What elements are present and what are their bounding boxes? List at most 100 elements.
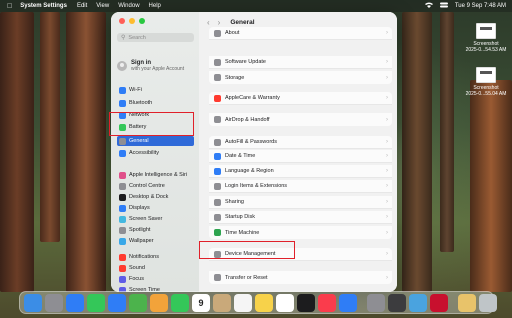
sidebar-item-sound[interactable]: Sound <box>117 263 194 273</box>
spotlight-icon <box>119 226 126 234</box>
menu-window[interactable]: Window <box>118 3 139 9</box>
freeform-icon[interactable] <box>276 293 294 312</box>
finder-icon[interactable] <box>24 293 42 312</box>
info-icon <box>214 29 221 37</box>
desktop-file-screenshot[interactable]: Screenshot 2025-0...54.53 AM <box>464 23 508 53</box>
control-centre-menu-icon[interactable] <box>439 2 448 10</box>
trash-icon[interactable] <box>479 293 497 312</box>
sidebar-item-label: Screen Saver <box>129 216 163 222</box>
sidebar-item-displays[interactable]: Displays <box>117 203 194 213</box>
preview-icon[interactable] <box>409 293 427 312</box>
forward-button[interactable]: › <box>218 18 221 27</box>
globe-icon <box>214 167 221 175</box>
settings-row-label: AirDrop & Handoff <box>225 116 270 123</box>
settings-row-time-machine[interactable]: Time Machine › <box>209 226 392 239</box>
launchpad-icon[interactable] <box>45 293 63 312</box>
settings-row-language-region[interactable]: Language & Region › <box>209 165 392 178</box>
notifications-icon <box>119 253 126 261</box>
contacts-icon[interactable] <box>213 293 231 312</box>
menu-help[interactable]: Help <box>149 3 161 9</box>
desktop-file-name-suffix: 2025-0...55.04 AM <box>465 91 507 97</box>
settings-row-label: Time Machine <box>225 229 260 236</box>
menu-app-name[interactable]: System Settings <box>20 3 67 9</box>
sidebar-item-desktop-dock[interactable]: Desktop & Dock <box>117 192 194 202</box>
sidebar-item-bluetooth[interactable]: Bluetooth <box>117 98 194 108</box>
chevron-right-icon: › <box>386 95 388 101</box>
settings-row-airdrop-handoff[interactable]: AirDrop & Handoff › <box>209 113 392 126</box>
settings-row-login-items-extensions[interactable]: Login Items & Extensions › <box>209 180 392 193</box>
siri-icon <box>119 171 126 179</box>
facetime-icon[interactable] <box>171 293 189 312</box>
safari-icon[interactable] <box>66 293 84 312</box>
notes-icon[interactable] <box>255 293 273 312</box>
tv-icon[interactable] <box>297 293 315 312</box>
iphone-mirroring-icon[interactable] <box>388 293 406 312</box>
sidebar-item-accessibility[interactable]: Accessibility <box>117 148 194 158</box>
sidebar-item-label: Focus <box>129 276 144 282</box>
settings-row-about[interactable]: About › <box>209 27 392 40</box>
sidebar-item-apple-intelligence-siri[interactable]: Apple Intelligence & Siri <box>117 170 194 180</box>
wifi-icon <box>119 86 126 94</box>
chevron-right-icon: › <box>386 74 388 81</box>
close-window-button[interactable] <box>119 18 125 24</box>
settings-row-software-update[interactable]: Software Update › <box>209 56 392 69</box>
settings-row-date-time[interactable]: Date & Time › <box>209 150 392 163</box>
apple-icon <box>214 94 221 102</box>
search-field[interactable]: ⚲ Search <box>117 33 194 42</box>
sidebar-item-spotlight[interactable]: Spotlight <box>117 225 194 235</box>
accessibility-icon <box>119 149 126 157</box>
photos-icon[interactable] <box>150 293 168 312</box>
minimize-window-button[interactable] <box>129 18 135 24</box>
app-store-icon[interactable] <box>339 293 357 312</box>
chevron-right-icon: › <box>386 251 388 257</box>
vpn-icon[interactable] <box>430 293 448 312</box>
sidebar-item-wi-fi[interactable]: Wi-Fi <box>117 85 194 95</box>
back-button[interactable]: ‹ <box>207 18 210 27</box>
reminders-icon[interactable] <box>234 293 252 312</box>
wifi-status-icon[interactable] <box>424 2 433 10</box>
maps-icon[interactable] <box>129 293 147 312</box>
sidebar-item-wallpaper[interactable]: Wallpaper <box>117 236 194 246</box>
settings-row-label: AppleCare & Warranty <box>225 95 280 101</box>
zoom-window-button[interactable] <box>139 18 145 24</box>
system-settings-icon[interactable] <box>367 293 385 312</box>
sidebar-item-focus[interactable]: Focus <box>117 274 194 284</box>
menu-datetime[interactable]: Tue 9 Sep 7:48 AM <box>455 3 506 9</box>
menu-view[interactable]: View <box>96 3 109 9</box>
content-pane: ‹ › General About › Software Update › Storag… <box>199 12 397 292</box>
settings-row-sharing[interactable]: Sharing › <box>209 196 392 209</box>
chevron-right-icon: › <box>386 199 388 205</box>
sidebar-item-battery[interactable]: Battery <box>117 122 194 132</box>
music-icon[interactable] <box>318 293 336 312</box>
settings-row-label: Transfer or Reset <box>225 274 268 281</box>
settings-row-transfer-or-reset[interactable]: Transfer or Reset › <box>209 271 392 284</box>
apple-menu-icon[interactable]:  <box>7 3 12 10</box>
device-management-icon <box>214 250 221 258</box>
sidebar-item-control-centre[interactable]: Control Centre <box>117 181 194 191</box>
menu-edit[interactable]: Edit <box>77 3 87 9</box>
chevron-right-icon: › <box>386 214 388 220</box>
menu-bar:  System Settings Edit View Window Help … <box>0 0 512 12</box>
settings-row-label: Date & Time <box>225 153 256 159</box>
tree-trunk <box>470 80 512 292</box>
settings-row-applecare-warranty[interactable]: AppleCare & Warranty › <box>209 92 392 105</box>
settings-row-storage[interactable]: Storage › <box>209 71 392 84</box>
downloads-icon[interactable] <box>458 293 476 312</box>
sidebar-item-notifications[interactable]: Notifications <box>117 252 194 262</box>
chevron-right-icon: › <box>386 229 388 236</box>
sidebar-item-general[interactable]: General <box>117 136 194 146</box>
settings-row-device-management[interactable]: Device Management › <box>209 248 392 261</box>
calendar-icon[interactable]: 9 <box>192 293 210 312</box>
sidebar-item-label: Bluetooth <box>129 100 153 106</box>
messages-icon[interactable] <box>87 293 105 312</box>
sidebar-item-network[interactable]: Network <box>117 110 194 120</box>
desktop-file-screenshot[interactable]: Screenshot 2025-0...55.04 AM <box>464 67 508 97</box>
screenshot-thumbnail-icon <box>476 67 496 83</box>
apple-account-sign-in[interactable]: Sign in with your Apple Account <box>117 60 184 72</box>
sound-icon <box>119 264 126 272</box>
mail-icon[interactable] <box>108 293 126 312</box>
settings-row-startup-disk[interactable]: Startup Disk › <box>209 211 392 224</box>
sidebar-item-label: Accessibility <box>129 150 159 156</box>
settings-row-autofill-passwords[interactable]: AutoFill & Passwords › <box>209 136 392 149</box>
sidebar-item-screen-saver[interactable]: Screen Saver <box>117 214 194 224</box>
